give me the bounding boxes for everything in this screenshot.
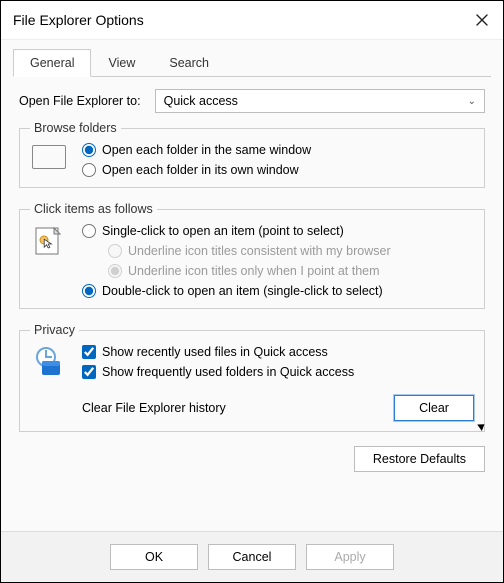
radio-same-window[interactable]: Open each folder in the same window bbox=[82, 143, 474, 157]
check-recent-files[interactable]: Show recently used files in Quick access bbox=[82, 345, 474, 359]
privacy-group: Privacy Show recently used files in Quic… bbox=[19, 323, 485, 432]
click-items-group: Click items as follows Single-click to o… bbox=[19, 202, 485, 309]
browse-folders-group: Browse folders Open each folder in the s… bbox=[19, 121, 485, 188]
radio-own-window[interactable]: Open each folder in its own window bbox=[82, 163, 474, 177]
apply-button[interactable]: Apply bbox=[306, 544, 394, 570]
check-frequent-folders[interactable]: Show frequently used folders in Quick ac… bbox=[82, 365, 474, 379]
folder-window-icon bbox=[30, 143, 68, 177]
close-icon[interactable] bbox=[471, 9, 493, 31]
radio-underline-browser: Underline icon titles consistent with my… bbox=[108, 244, 474, 258]
clear-button[interactable]: Clear bbox=[394, 395, 474, 421]
clear-history-label: Clear File Explorer history bbox=[82, 401, 226, 415]
restore-defaults-button[interactable]: Restore Defaults bbox=[354, 446, 485, 472]
tab-search[interactable]: Search bbox=[152, 49, 226, 77]
tab-bar: General View Search bbox=[13, 48, 491, 77]
privacy-legend: Privacy bbox=[30, 323, 79, 337]
window-title: File Explorer Options bbox=[13, 12, 144, 28]
radio-single-click[interactable]: Single-click to open an item (point to s… bbox=[82, 224, 474, 238]
chevron-down-icon: ⌄ bbox=[468, 96, 476, 107]
radio-double-click[interactable]: Double-click to open an item (single-cli… bbox=[82, 284, 474, 298]
radio-underline-point: Underline icon titles only when I point … bbox=[108, 264, 474, 278]
privacy-icon bbox=[30, 345, 68, 421]
browse-folders-legend: Browse folders bbox=[30, 121, 121, 135]
cancel-button[interactable]: Cancel bbox=[208, 544, 296, 570]
click-item-icon bbox=[30, 224, 68, 298]
tab-general[interactable]: General bbox=[13, 49, 91, 77]
open-to-label: Open File Explorer to: bbox=[19, 94, 141, 108]
open-to-value: Quick access bbox=[164, 94, 238, 108]
tab-view[interactable]: View bbox=[91, 49, 152, 77]
open-to-combo[interactable]: Quick access ⌄ bbox=[155, 89, 485, 113]
ok-button[interactable]: OK bbox=[110, 544, 198, 570]
click-items-legend: Click items as follows bbox=[30, 202, 157, 216]
